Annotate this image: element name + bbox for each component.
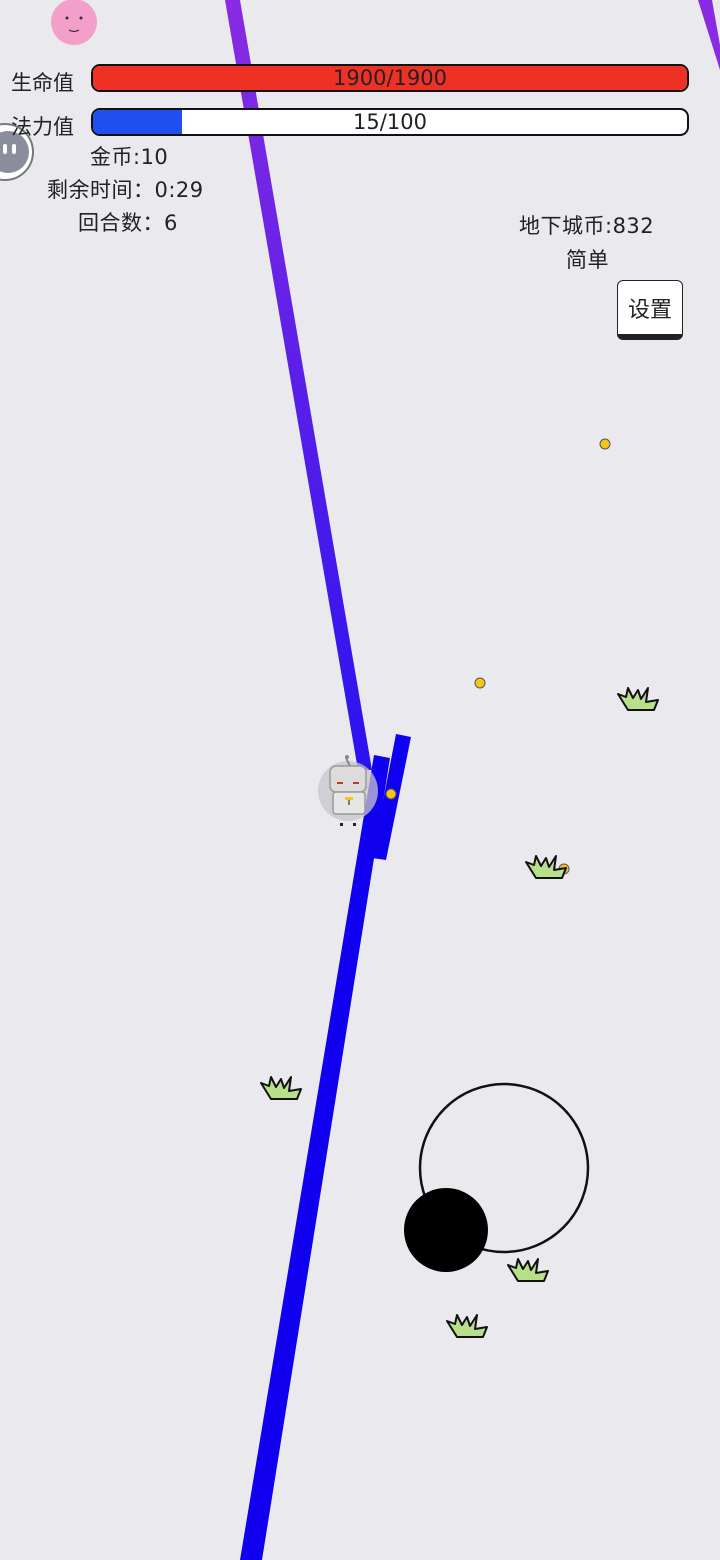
- difficulty-label: 简单: [566, 248, 609, 272]
- grass-tuft-icon: [446, 1314, 488, 1338]
- time-remaining: 剩余时间：0:29: [47, 178, 204, 202]
- joystick-knob[interactable]: [404, 1188, 488, 1272]
- mp-label: 法力值: [11, 115, 74, 139]
- purple-laser-beam-right: [698, 0, 720, 70]
- mp-value: 15/100: [353, 110, 427, 134]
- virtual-joystick[interactable]: [404, 1082, 590, 1272]
- blue-laser-beam: [240, 755, 390, 1560]
- round-counter: 回合数：6: [78, 211, 178, 235]
- gold-coin-icon[interactable]: [474, 677, 486, 689]
- gold-coin-icon[interactable]: [385, 788, 397, 800]
- hp-value: 1900/1900: [333, 66, 447, 90]
- game-screen[interactable]: 生命值 1900/1900 法力值 15/100 金币:10 剩余时间：0:29…: [0, 0, 720, 1560]
- pink-face-icon[interactable]: [51, 0, 97, 45]
- dungeon-coin-counter: 地下城币:832: [519, 214, 655, 238]
- hp-label: 生命值: [11, 71, 74, 95]
- grass-tuft-icon: [260, 1076, 302, 1100]
- gold-coin-icon[interactable]: [599, 438, 611, 450]
- grass-tuft-icon: [507, 1258, 549, 1282]
- gold-counter: 金币:10: [90, 145, 169, 169]
- mp-bar: 15/100: [91, 108, 689, 136]
- grass-tuft-icon: [617, 687, 659, 711]
- hp-bar: 1900/1900: [91, 64, 689, 92]
- settings-button[interactable]: 设置: [617, 280, 683, 340]
